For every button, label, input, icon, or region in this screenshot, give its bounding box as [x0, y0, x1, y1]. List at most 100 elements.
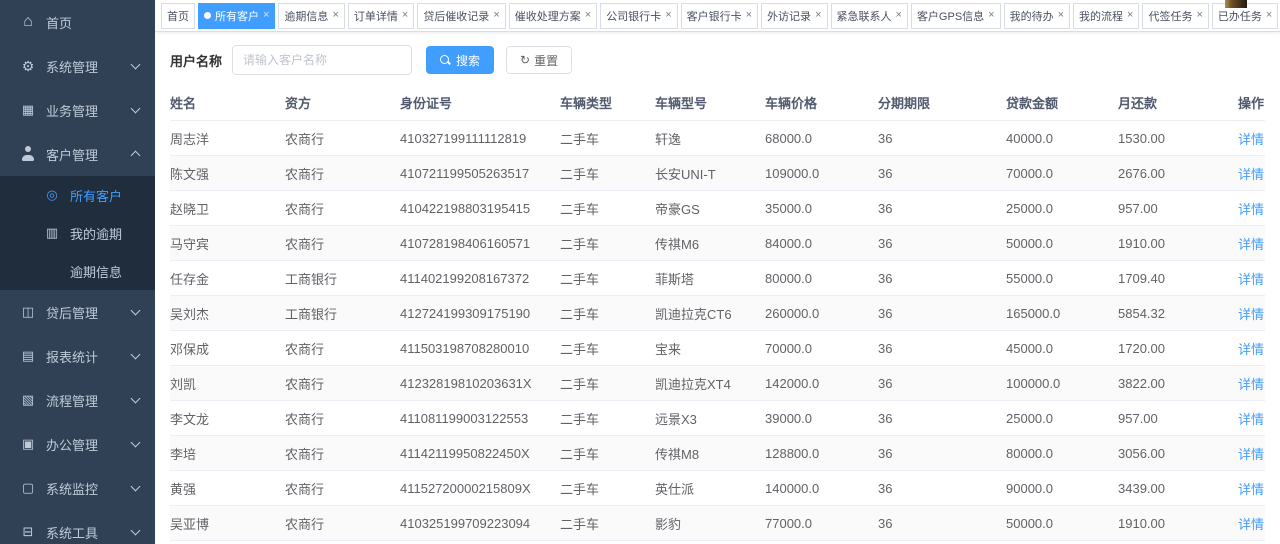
sidebar-submenu: 所有客户我的逾期逾期信息 [0, 176, 155, 290]
detail-link[interactable]: 详情 [1238, 237, 1264, 252]
close-icon[interactable] [988, 10, 994, 21]
tab-item[interactable]: 公司银行卡 [600, 3, 677, 29]
sidebar-item[interactable]: 客户管理 [0, 132, 155, 176]
sidebar-item[interactable]: 贷后管理 [0, 290, 155, 334]
sidebar-item[interactable]: 报表统计 [0, 334, 155, 378]
sidebar-item-label: 我的逾期 [70, 224, 122, 243]
sidebar-item[interactable]: 我的逾期 [0, 214, 155, 252]
close-icon[interactable] [815, 10, 821, 21]
sidebar-item-label: 贷后管理 [46, 303, 98, 322]
cell-vehicle-type: 二手车 [560, 401, 655, 436]
cell-vehicle-model: 轩逸 [655, 121, 765, 156]
tab-item[interactable]: 代签任务 [1142, 3, 1208, 29]
close-icon[interactable] [1127, 10, 1133, 21]
tab-label: 客户GPS信息 [917, 8, 984, 24]
cell-operation: 详情 [1238, 436, 1265, 471]
cell-funder: 农商行 [285, 471, 400, 506]
detail-link[interactable]: 详情 [1238, 517, 1264, 532]
cell-installment-term: 36 [878, 331, 1006, 366]
close-icon[interactable] [585, 10, 591, 21]
sidebar-item[interactable]: 所有客户 [0, 176, 155, 214]
cell-vehicle-type: 二手车 [560, 331, 655, 366]
detail-link[interactable]: 详情 [1238, 202, 1264, 217]
table-body: 周志洋农商行410327199111112819二手车轩逸68000.03640… [170, 121, 1265, 544]
tab-label: 逾期信息 [284, 8, 328, 24]
close-icon[interactable] [402, 10, 408, 21]
sidebar-item[interactable]: 办公管理 [0, 422, 155, 466]
cell-vehicle-model: 影豹 [655, 506, 765, 541]
tab-item[interactable]: 客户GPS信息 [911, 3, 1001, 29]
detail-link[interactable]: 详情 [1238, 412, 1264, 427]
detail-link[interactable]: 详情 [1238, 447, 1264, 462]
cell-vehicle-type: 二手车 [560, 121, 655, 156]
cell-monthly-payment: 1910.00 [1118, 226, 1238, 261]
tab-item[interactable]: 逾期信息 [278, 3, 344, 29]
cell-installment-term: 36 [878, 226, 1006, 261]
tab-item[interactable]: 外访记录 [761, 3, 827, 29]
sidebar-item[interactable]: 首页 [0, 0, 155, 44]
column-header: 操作 [1238, 85, 1265, 121]
close-icon[interactable] [1196, 10, 1202, 21]
cell-vehicle-price: 140000.0 [765, 471, 878, 506]
cell-id-number: 410327199111112819 [400, 121, 560, 156]
cell-monthly-payment: 1709.40 [1118, 261, 1238, 296]
tab-item[interactable]: 首页 [161, 3, 195, 29]
customer-table-container: 姓名资方身份证号车辆类型车辆型号车辆价格分期期限贷款金额月还款操作 周志洋农商行… [155, 85, 1280, 544]
cell-name: 赵晓卫 [170, 191, 285, 226]
close-icon[interactable] [332, 10, 338, 21]
detail-link[interactable]: 详情 [1238, 167, 1264, 182]
table-header-row: 姓名资方身份证号车辆类型车辆型号车辆价格分期期限贷款金额月还款操作 [170, 85, 1265, 121]
cell-loan-amount: 55000.0 [1006, 261, 1118, 296]
detail-link[interactable]: 详情 [1238, 377, 1264, 392]
cell-installment-term: 36 [878, 121, 1006, 156]
detail-link[interactable]: 详情 [1238, 132, 1264, 147]
sidebar-item-label: 系统监控 [46, 479, 98, 498]
cell-loan-amount: 35000.0 [1006, 541, 1118, 544]
sidebar-item[interactable]: 系统管理 [0, 44, 155, 88]
close-icon[interactable] [263, 10, 269, 21]
reset-button[interactable]: 重置 [506, 46, 572, 74]
close-icon[interactable] [746, 10, 752, 21]
detail-link[interactable]: 详情 [1238, 307, 1264, 322]
gear-icon [20, 58, 36, 74]
cell-funder: 农商行 [285, 191, 400, 226]
search-button[interactable]: 搜索 [426, 46, 494, 74]
search-input[interactable] [232, 45, 412, 75]
sidebar-item[interactable]: 系统监控 [0, 466, 155, 510]
close-icon[interactable] [493, 10, 499, 21]
cell-monthly-payment: 5854.32 [1118, 296, 1238, 331]
tab-label: 已办任务 [1218, 8, 1262, 24]
cell-operation: 详情 [1238, 506, 1265, 541]
tab-item[interactable]: 我的流程 [1073, 3, 1139, 29]
tab-item[interactable]: 订单详情 [348, 3, 414, 29]
tab-label: 代签任务 [1148, 8, 1192, 24]
tab-item[interactable]: 贷后催收记录 [417, 3, 505, 29]
detail-link[interactable]: 详情 [1238, 272, 1264, 287]
close-icon[interactable] [896, 10, 902, 21]
cell-installment-term: 36 [878, 401, 1006, 436]
tab-label: 订单详情 [354, 8, 398, 24]
sidebar-item[interactable]: 业务管理 [0, 88, 155, 132]
sidebar-item[interactable]: 逾期信息 [0, 252, 155, 290]
sidebar-item[interactable]: 系统工具 [0, 510, 155, 544]
sidebar-item[interactable]: 流程管理 [0, 378, 155, 422]
close-icon[interactable] [1266, 10, 1272, 21]
sidebar-item-label: 报表统计 [46, 347, 98, 366]
detail-link[interactable]: 详情 [1238, 482, 1264, 497]
cell-installment-term: 36 [878, 471, 1006, 506]
cell-funder: 农商行 [285, 331, 400, 366]
detail-link[interactable]: 详情 [1238, 342, 1264, 357]
flow-icon [20, 392, 36, 408]
tab-item[interactable]: 所有客户 [198, 3, 275, 29]
sidebar-menu: 首页系统管理业务管理客户管理所有客户我的逾期逾期信息贷后管理报表统计流程管理办公… [0, 0, 155, 544]
tab-item[interactable]: 催收处理方案 [509, 3, 597, 29]
search-label: 用户名称 [170, 51, 222, 70]
sidebar-item-label: 逾期信息 [70, 262, 122, 281]
close-icon[interactable] [665, 10, 671, 21]
close-icon[interactable] [1058, 10, 1064, 21]
table-row: 陈文强农商行410721199505263517二手车长安UNI-T109000… [170, 156, 1265, 191]
tab-item[interactable]: 紧急联系人 [831, 3, 908, 29]
grid-icon [20, 102, 36, 118]
tab-item[interactable]: 客户银行卡 [681, 3, 758, 29]
tab-item[interactable]: 我的待办 [1004, 3, 1070, 29]
